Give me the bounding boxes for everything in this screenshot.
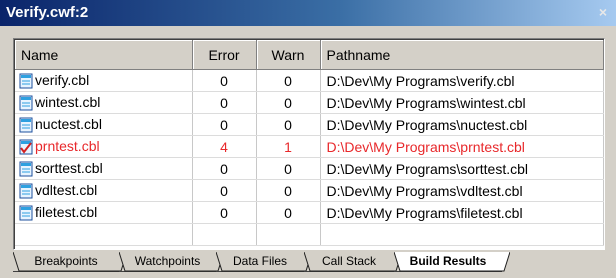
tab-call-stack[interactable]: Call Stack (304, 252, 402, 272)
file-pathname: D:\Dev\My Programs\prntest.cbl (320, 135, 604, 158)
file-icon (19, 183, 33, 199)
file-icon (19, 117, 33, 133)
file-name: prntest.cbl (35, 137, 100, 154)
file-pathname: D:\Dev\My Programs\sorttest.cbl (320, 157, 604, 180)
error-count: 0 (192, 179, 257, 202)
warn-count: 0 (256, 179, 321, 202)
table-row[interactable]: wintest.cbl 0 0 D:\Dev\My Programs\wintest.… (15, 91, 604, 114)
table-row[interactable]: sorttest.cbl 0 0 D:\Dev\My Programs\sorttes… (15, 157, 604, 180)
table-row[interactable]: verify.cbl 0 0 D:\Dev\My Programs\verify.cb… (15, 69, 604, 92)
file-error-icon (19, 139, 33, 155)
column-header-pathname[interactable]: Pathname (320, 40, 604, 70)
error-count: 0 (192, 91, 257, 114)
error-count: 0 (192, 113, 257, 136)
build-results-window: Verify.cwf:2 × Name Error Warn Pathname … (0, 0, 616, 278)
file-name: filetest.cbl (35, 203, 98, 220)
tab-watchpoints[interactable]: Watchpoints (119, 252, 224, 272)
warn-count: 1 (256, 135, 321, 158)
title-bar[interactable]: Verify.cwf:2 × (0, 0, 616, 26)
table-row[interactable]: filetest.cbl 0 0 D:\Dev\My Programs\filetes… (15, 201, 604, 224)
file-name-cell[interactable]: prntest.cbl (15, 135, 193, 158)
table-row[interactable]: prntest.cbl 4 1 D:\Dev\My Programs\prntest.… (15, 135, 604, 158)
file-icon (19, 205, 33, 221)
file-name: verify.cbl (35, 71, 90, 88)
file-name-cell[interactable]: vdltest.cbl (15, 179, 193, 202)
warn-count: 0 (256, 157, 321, 180)
tab-label: Call Stack (321, 254, 377, 268)
tab-label: Data Files (232, 254, 288, 268)
table-row[interactable]: nuctest.cbl 0 0 D:\Dev\My Programs\nuctest.… (15, 113, 604, 136)
error-count: 0 (192, 69, 257, 92)
file-name: wintest.cbl (35, 93, 101, 110)
error-count: 0 (192, 201, 257, 224)
file-name: sorttest.cbl (35, 159, 103, 176)
close-icon[interactable]: × (596, 5, 610, 19)
file-icon (19, 161, 33, 177)
tab-strip: Breakpoints Watchpoints Data Files Call Sta… (13, 252, 603, 274)
file-pathname: D:\Dev\My Programs\filetest.cbl (320, 201, 604, 224)
file-name-cell[interactable]: nuctest.cbl (15, 113, 193, 136)
column-header-name[interactable]: Name (15, 40, 193, 70)
file-icon (19, 95, 33, 111)
tab-label: Build Results (409, 254, 487, 268)
error-count: 4 (192, 135, 257, 158)
file-name-cell[interactable]: filetest.cbl (15, 201, 193, 224)
tab-breakpoints[interactable]: Breakpoints (13, 252, 127, 272)
file-pathname: D:\Dev\My Programs\verify.cbl (320, 69, 604, 92)
file-pathname: D:\Dev\My Programs\nuctest.cbl (320, 113, 604, 136)
warn-count: 0 (256, 113, 321, 136)
warn-count: 0 (256, 201, 321, 224)
error-count: 0 (192, 157, 257, 180)
table-row[interactable]: vdltest.cbl 0 0 D:\Dev\My Programs\vdltest.… (15, 179, 604, 202)
build-results-list: Name Error Warn Pathname verify.cbl 0 0 D:\… (13, 38, 605, 250)
column-header-error[interactable]: Error (192, 40, 257, 70)
file-name-cell[interactable]: wintest.cbl (15, 91, 193, 114)
window-title: Verify.cwf:2 (6, 4, 89, 21)
file-name: vdltest.cbl (35, 181, 98, 198)
empty-row (15, 223, 604, 246)
file-icon (19, 73, 33, 89)
file-pathname: D:\Dev\My Programs\wintest.cbl (320, 91, 604, 114)
file-name-cell[interactable]: verify.cbl (15, 69, 193, 92)
column-header-warn[interactable]: Warn (256, 40, 321, 70)
tab-label: Watchpoints (134, 254, 201, 268)
file-pathname: D:\Dev\My Programs\vdltest.cbl (320, 179, 604, 202)
warn-count: 0 (256, 91, 321, 114)
table-header: Name Error Warn Pathname (15, 40, 604, 70)
file-name-cell[interactable]: sorttest.cbl (15, 157, 193, 180)
file-name: nuctest.cbl (35, 115, 102, 132)
tab-build-results[interactable]: Build Results (394, 252, 510, 272)
warn-count: 0 (256, 69, 321, 92)
results-table: Name Error Warn Pathname verify.cbl 0 0 D:\… (15, 40, 604, 246)
tab-label: Breakpoints (34, 254, 98, 268)
tab-data-files[interactable]: Data Files (216, 252, 312, 272)
